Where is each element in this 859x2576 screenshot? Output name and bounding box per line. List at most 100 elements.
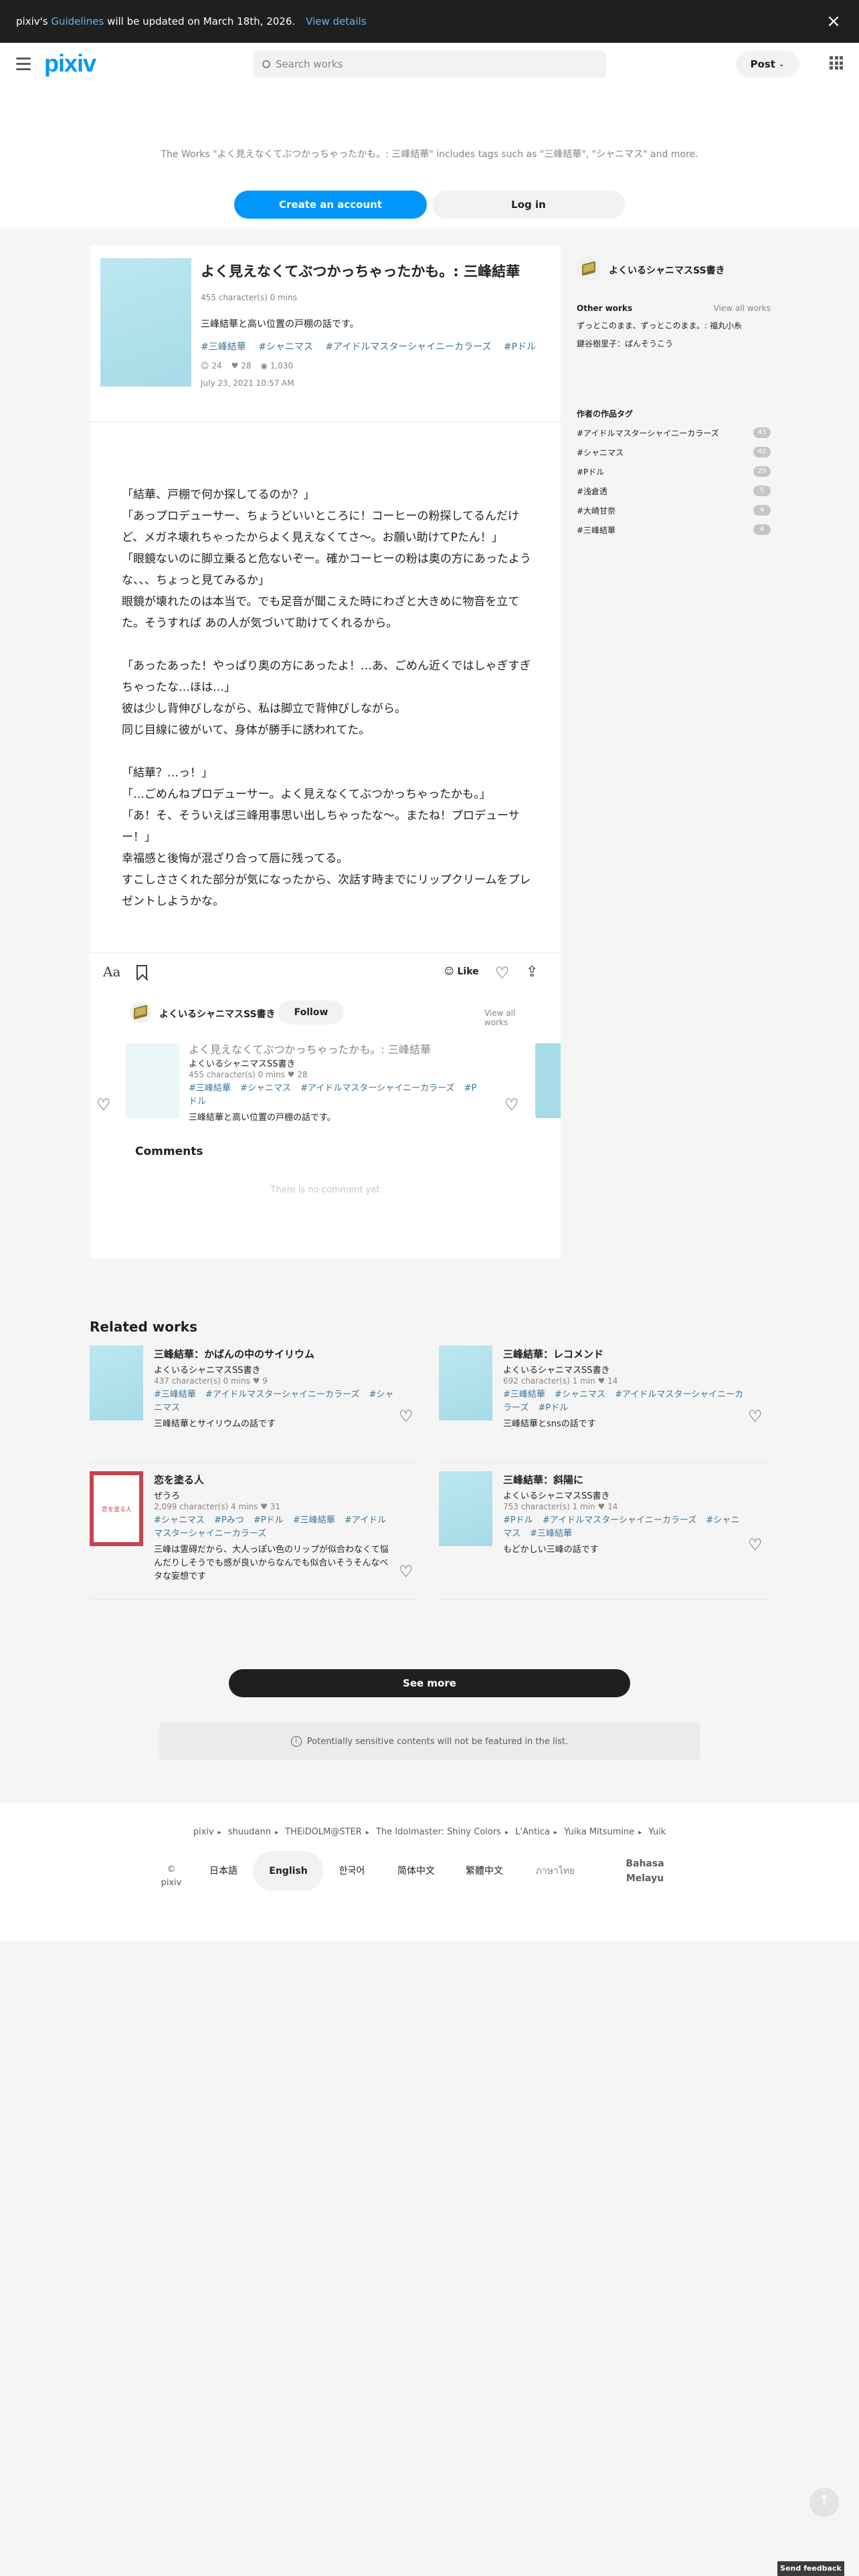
breadcrumb-item[interactable]: L'Antica	[515, 1827, 550, 1837]
heart-icon[interactable]: ♡	[96, 1095, 111, 1114]
avatar[interactable]	[577, 257, 601, 281]
work-author[interactable]: ぜうろ	[154, 1489, 180, 1501]
novel-cover	[100, 258, 191, 387]
tag-name: #シャニマス	[577, 448, 624, 457]
author-tag-item[interactable]: #大崎甘奈 4	[577, 505, 771, 524]
author-name[interactable]: よくいるシャニマスSS書き	[159, 1007, 276, 1021]
view-all-works-link[interactable]: View all works	[714, 304, 771, 313]
tag-link[interactable]: #三峰結華	[530, 1529, 572, 1539]
next-work-thumbnail[interactable]	[535, 1043, 561, 1118]
heart-icon[interactable]: ♡	[748, 1535, 763, 1554]
tag-link[interactable]: #シャニマス	[154, 1515, 205, 1525]
work-thumbnail[interactable]	[126, 1043, 179, 1118]
search-input[interactable]: Search works	[253, 51, 606, 78]
like-button[interactable]: ☺ Like	[444, 966, 479, 977]
language-option[interactable]: ภาษาไทย	[535, 1851, 575, 1891]
guidelines-link[interactable]: Guidelines	[51, 15, 104, 27]
see-more-button[interactable]: See more	[229, 1669, 630, 1697]
view-details-link[interactable]: View details	[306, 15, 366, 27]
tag-link[interactable]: #三峰結華	[154, 1390, 196, 1400]
sidebar-author-name[interactable]: よくいるシャニマスSS書き	[609, 263, 725, 277]
work-thumbnail[interactable]	[90, 1346, 143, 1420]
heart-icon[interactable]: ♡	[495, 965, 510, 981]
avatar[interactable]	[130, 1002, 151, 1023]
heart-icon[interactable]: ♡	[399, 1407, 413, 1426]
work-tags: #三峰結華 #アイドルマスターシャイニーカラーズ #シャニマス	[154, 1388, 395, 1415]
tag-link[interactable]: #アイドルマスターシャイニーカラーズ	[543, 1515, 696, 1525]
work-meta: 753 character(s) 1 min ♥ 14	[503, 1502, 618, 1511]
tag-link[interactable]: #Pドル	[504, 342, 536, 352]
tag-link[interactable]: #三峰結華	[201, 342, 246, 352]
language-option[interactable]: 한국어	[339, 1851, 365, 1891]
service-grid-icon[interactable]	[830, 56, 843, 70]
breadcrumb-item[interactable]: THEiDOLM@STER	[285, 1827, 362, 1837]
post-button[interactable]: Post ⌄	[736, 51, 799, 78]
breadcrumb-item[interactable]: pixiv	[193, 1827, 214, 1837]
tag-link[interactable]: #アイドルマスターシャイニーカラーズ	[325, 342, 491, 352]
author-tag-item[interactable]: #アイドルマスターシャイニーカラーズ 43	[577, 427, 771, 447]
author-tag-item[interactable]: #浅倉透 5	[577, 486, 771, 505]
work-thumbnail[interactable]: 恋を塗る人	[90, 1471, 143, 1546]
body-line	[122, 741, 534, 762]
language-option[interactable]: 繁體中文	[464, 1851, 504, 1891]
tag-link[interactable]: #シャニマス	[240, 1083, 291, 1093]
language-option[interactable]: English	[253, 1851, 324, 1891]
other-work-link[interactable]: 鍵谷樹里子：ぱんそうこう	[577, 338, 771, 349]
body-line: 「あ！そ、そういえば三峰用事思い出しちゃったな〜。またね！プロデューサー！」	[122, 809, 520, 844]
tag-link[interactable]: #Pドル	[503, 1515, 533, 1525]
heart-icon[interactable]: ♡	[399, 1562, 413, 1581]
heart-icon[interactable]: ♡	[748, 1407, 763, 1426]
send-feedback-button[interactable]: Send feedback	[777, 2561, 844, 2576]
work-thumbnail[interactable]	[439, 1346, 492, 1420]
tag-link[interactable]: #アイドルマスターシャイニーカラーズ	[300, 1083, 454, 1093]
work-meta: 437 character(s) 0 mins ♥ 9	[154, 1376, 268, 1386]
breadcrumb-item[interactable]: The Idolmaster: Shiny Colors	[376, 1827, 501, 1837]
share-icon[interactable]: ⇪	[526, 964, 538, 980]
like-label: Like	[457, 966, 479, 977]
close-icon[interactable]: ×	[824, 12, 843, 31]
tag-link[interactable]: #Pドル	[254, 1515, 284, 1525]
view-all-works-link[interactable]: View all works	[484, 1008, 531, 1027]
heart-icon[interactable]: ♡	[504, 1095, 519, 1114]
work-thumbnail[interactable]	[439, 1471, 492, 1546]
tag-link[interactable]: #シャニマス	[555, 1390, 605, 1400]
tag-link[interactable]: #三峰結華	[503, 1390, 545, 1400]
font-settings-button[interactable]: Aa	[103, 964, 120, 980]
work-author[interactable]: よくいるシャニマスSS書き	[503, 1489, 610, 1501]
author-tag-item[interactable]: #Pドル 29	[577, 466, 771, 486]
work-author[interactable]: よくいるシャニマスSS書き	[154, 1363, 261, 1376]
work-meta: 692 character(s) 1 min ♥ 14	[503, 1376, 618, 1386]
menu-icon[interactable]	[16, 58, 31, 71]
other-work-link[interactable]: ずっとこのまま、ずっとこのまま。: 福丸小糸	[577, 320, 771, 331]
pixiv-logo[interactable]: pixiv	[44, 49, 96, 78]
view-count: 1,030	[270, 361, 294, 370]
author-tag-item[interactable]: #シャニマス 40	[577, 447, 771, 466]
work-title[interactable]: よく見えなくてぶつかっちゃったかも。: 三峰結華	[189, 1041, 431, 1057]
tag-link[interactable]: #シャニマス	[258, 342, 313, 352]
language-option[interactable]: 日本語	[209, 1851, 238, 1891]
breadcrumb-item[interactable]: Yuik	[648, 1827, 666, 1837]
work-author[interactable]: よくいるシャニマスSS書き	[189, 1057, 296, 1069]
tag-link[interactable]: #三峰結華	[293, 1515, 335, 1525]
work-title[interactable]: 三峰結華：かばんの中のサイリウム	[154, 1347, 314, 1361]
tag-link[interactable]: #Pドル	[539, 1403, 569, 1413]
work-author[interactable]: よくいるシャニマスSS書き	[503, 1363, 610, 1376]
work-title[interactable]: 恋を塗る人	[154, 1473, 204, 1487]
bookmark-icon[interactable]	[136, 965, 147, 980]
tag-link[interactable]: #三峰結華	[189, 1083, 231, 1093]
work-title[interactable]: 三峰結華：レコメンド	[503, 1347, 603, 1361]
work-title[interactable]: 三峰結華：斜陽に	[503, 1473, 583, 1487]
create-account-button[interactable]: Create an account	[234, 191, 427, 219]
language-option[interactable]: 简体中文	[396, 1851, 436, 1891]
login-button[interactable]: Log in	[432, 191, 625, 219]
language-option[interactable]: Bahasa Melayu	[615, 1851, 674, 1891]
signup-banner: The Works "よく見えなくてぶつかっちゃったかも。: 三峰結華" inc…	[0, 86, 859, 227]
follow-button[interactable]: Follow	[278, 1000, 344, 1025]
scroll-to-top-icon[interactable]: ↑	[809, 2488, 839, 2517]
tag-link[interactable]: #アイドルマスターシャイニーカラーズ	[205, 1390, 359, 1400]
author-tag-item[interactable]: #三峰結華 4	[577, 524, 771, 544]
breadcrumb-item[interactable]: shuudann	[228, 1827, 271, 1837]
tag-link[interactable]: #Pみつ	[214, 1515, 244, 1525]
body-line: 彼は少し背伸びしながら、私は脚立で背伸びしながら。	[122, 702, 406, 716]
breadcrumb-item[interactable]: Yuika Mitsumine	[564, 1827, 634, 1837]
